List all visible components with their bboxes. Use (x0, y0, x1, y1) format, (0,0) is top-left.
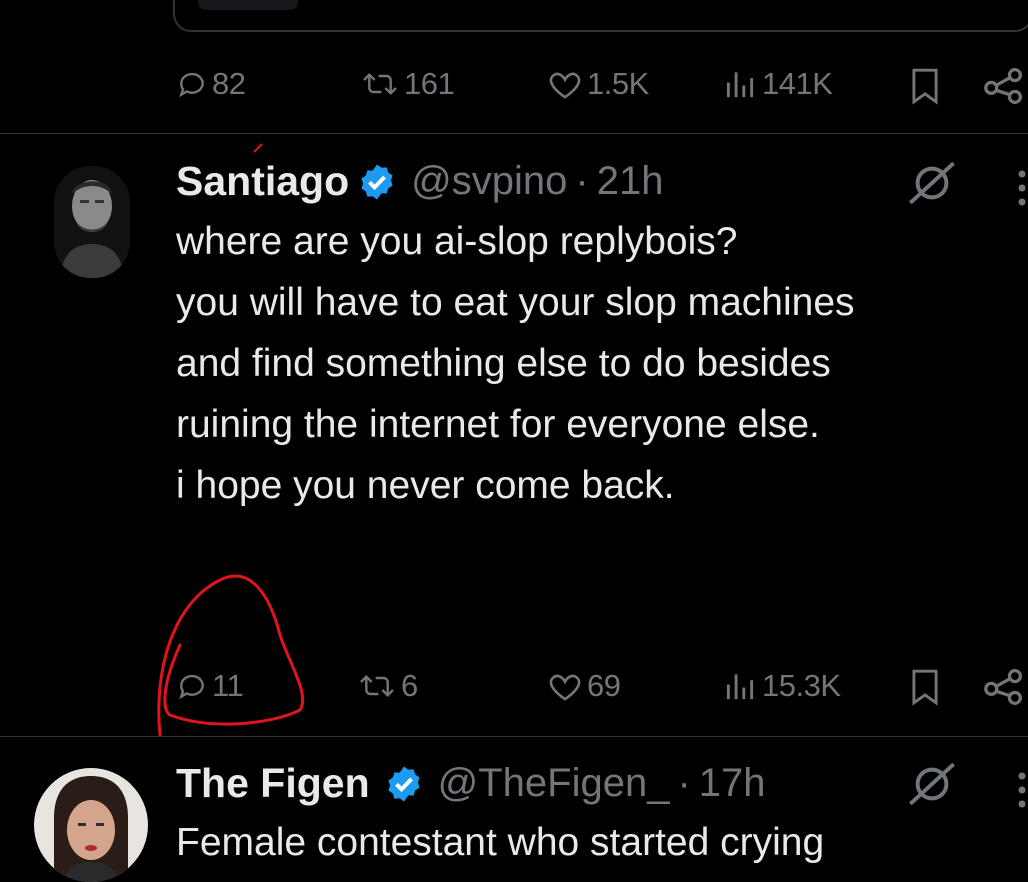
next-tweet-text: Female contestant who started crying (176, 821, 825, 864)
share-button[interactable] (982, 667, 1026, 712)
previous-bookmark-button[interactable] (908, 67, 942, 110)
tweet-text-line: i hope you never come back. (176, 464, 675, 507)
grok-button[interactable] (905, 159, 959, 212)
next-author-name[interactable]: The Figen (176, 760, 370, 807)
annotation-mark (253, 143, 263, 153)
tweet-divider (0, 736, 1028, 737)
author-name[interactable]: Santiago (176, 158, 349, 205)
tweet-text-line: and find something else to do besides (176, 342, 831, 385)
previous-reply-count: 82 (212, 66, 246, 101)
like-icon (549, 674, 581, 701)
grok-icon (909, 762, 955, 806)
views-icon (726, 674, 754, 700)
previous-views-count: 141K (762, 66, 833, 101)
next-grok-button[interactable] (905, 760, 959, 813)
tweet-time[interactable]: 21h (597, 159, 664, 204)
tweet-text-line: where are you ai-slop replybois? (176, 220, 738, 263)
next-tweet-header: The Figen @TheFigen_ · 17h (176, 760, 766, 807)
views-count: 15.3K (762, 668, 841, 703)
like-count: 69 (587, 668, 621, 703)
author-handle[interactable]: @svpino (411, 159, 567, 204)
previous-like-count: 1.5K (587, 66, 649, 101)
previous-tweet-card-detail (198, 0, 298, 10)
reply-icon (179, 72, 204, 98)
previous-repost-button[interactable]: 161 (360, 66, 455, 102)
tweet-header: Santiago @svpino · 21h (176, 158, 663, 205)
repost-count: 6 (401, 668, 418, 703)
verified-badge-icon (387, 766, 420, 801)
previous-share-button[interactable] (982, 66, 1026, 111)
more-options-button[interactable] (1016, 168, 1028, 213)
repost-icon (360, 674, 394, 698)
previous-repost-count: 161 (404, 66, 455, 101)
bookmark-icon (912, 68, 938, 105)
next-more-options-button[interactable] (1016, 770, 1028, 815)
like-icon (549, 72, 581, 99)
header-separator: · (575, 159, 589, 203)
more-icon (1018, 170, 1026, 206)
repost-button[interactable]: 6 (357, 668, 418, 704)
annotation-circle (157, 574, 305, 737)
next-tweet-time[interactable]: 17h (699, 761, 766, 806)
verified-badge-icon (361, 164, 393, 199)
grok-icon (909, 161, 955, 205)
thefigen-avatar-image (34, 768, 148, 882)
previous-views-button[interactable]: 141K (722, 66, 833, 102)
tweet-text-line: you will have to eat your slop machines (176, 281, 855, 324)
next-author-handle[interactable]: @TheFigen_ (438, 761, 670, 806)
previous-like-button[interactable]: 1.5K (547, 66, 649, 102)
previous-tweet-media-card[interactable] (173, 0, 1028, 32)
bookmark-button[interactable] (908, 668, 942, 711)
repost-icon (363, 72, 397, 96)
more-icon (1018, 772, 1026, 808)
bookmark-icon (912, 669, 938, 706)
next-header-separator: · (677, 761, 691, 805)
tweet-divider (0, 133, 1028, 134)
thefigen-avatar[interactable] (34, 768, 148, 882)
previous-reply-button[interactable]: 82 (176, 66, 246, 102)
tweet-text-line: ruining the internet for everyone else. (176, 403, 820, 446)
santiago-avatar-image (54, 166, 130, 278)
santiago-avatar[interactable] (54, 166, 130, 278)
views-icon (726, 72, 754, 98)
tweet-body: where are you ai-slop replybois? you wil… (176, 211, 1016, 516)
views-button[interactable]: 15.3K (722, 668, 841, 704)
share-icon (984, 68, 1022, 104)
like-button[interactable]: 69 (547, 668, 621, 704)
share-icon (984, 669, 1022, 705)
